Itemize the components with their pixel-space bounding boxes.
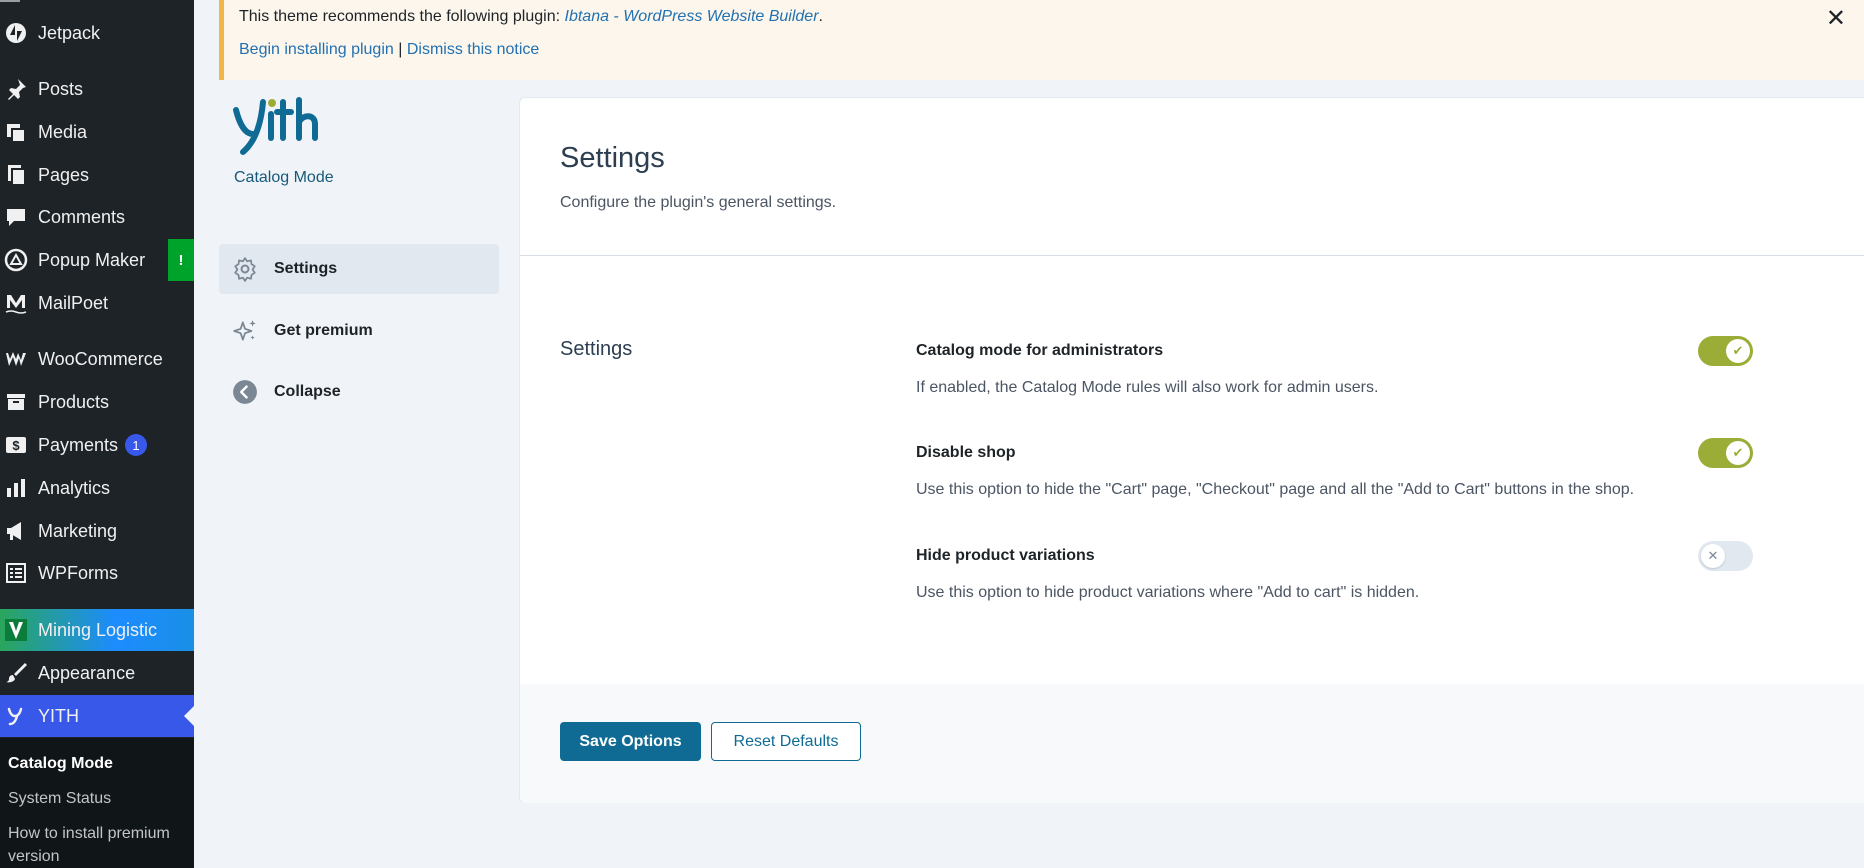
paintbrush-icon: [2, 659, 30, 687]
admin-sidebar: Jetpack Posts Media Pages Comments Popup…: [0, 0, 194, 868]
option-label-hide-variations: Hide product variations: [916, 547, 1095, 564]
menu-item-wpforms[interactable]: WPForms: [0, 552, 194, 594]
check-icon: ✔: [1726, 339, 1750, 363]
notice-separator: |: [398, 41, 403, 58]
menu-label: Products: [38, 391, 110, 412]
menu-item-payments[interactable]: $ Payments 1: [0, 424, 194, 466]
v-logo-icon: [2, 616, 30, 644]
option-desc-hide-variations: Use this option to hide product variatio…: [916, 584, 1420, 601]
plugin-nav-label: Get premium: [274, 322, 373, 339]
notice-suffix: .: [818, 8, 823, 25]
toggle-hide-variations[interactable]: ✕: [1698, 541, 1753, 571]
sparkle-icon: [231, 317, 259, 345]
divider: [520, 255, 1864, 256]
menu-label: MailPoet: [38, 292, 109, 313]
woocommerce-icon: [2, 345, 30, 373]
option-desc-catalog-admin: If enabled, the Catalog Mode rules will …: [916, 379, 1379, 396]
svg-text:$: $: [12, 438, 20, 453]
menu-item-mining-logistic[interactable]: Mining Logistic: [0, 609, 194, 651]
submenu-install-premium[interactable]: How to install premium version: [8, 822, 188, 868]
dollar-icon: $: [2, 431, 30, 459]
x-icon: ✕: [1701, 544, 1725, 568]
media-icon: [2, 118, 30, 146]
settings-card: Settings Configure the plugin's general …: [519, 97, 1864, 803]
mailpoet-icon: [2, 289, 30, 317]
menu-item-pages[interactable]: Pages: [0, 154, 194, 196]
plugin-name: Catalog Mode: [234, 169, 334, 186]
plugin-nav-label: Collapse: [274, 383, 341, 400]
menu-label: Analytics: [38, 477, 111, 498]
menu-label: Appearance: [38, 662, 136, 683]
menu-label: Posts: [38, 78, 84, 99]
menu-item-posts[interactable]: Posts: [0, 68, 194, 110]
arrow-left-circle-icon: [231, 378, 259, 406]
plugin-nav-settings[interactable]: Settings: [219, 244, 499, 294]
page-description: Configure the plugin's general settings.: [560, 194, 837, 211]
option-desc-disable-shop: Use this option to hide the "Cart" page,…: [916, 481, 1635, 498]
menu-item-jetpack[interactable]: Jetpack: [0, 12, 194, 54]
yith-icon: [2, 702, 30, 730]
menu-label: Jetpack: [38, 22, 101, 43]
archive-icon: [2, 388, 30, 416]
option-label-catalog-admin: Catalog mode for administrators: [916, 342, 1164, 359]
menu-item-yith[interactable]: YITH: [0, 695, 194, 737]
menu-item-appearance[interactable]: Appearance: [0, 652, 194, 694]
menu-item-comments[interactable]: Comments: [0, 196, 194, 238]
toggle-catalog-admin[interactable]: ✔: [1698, 336, 1753, 366]
comment-icon: [2, 203, 30, 231]
save-options-button[interactable]: Save Options: [560, 722, 701, 761]
menu-label: Mining Logistic: [38, 619, 158, 640]
begin-installing-link[interactable]: Begin installing plugin: [239, 41, 394, 58]
menu-label: Comments: [38, 206, 126, 227]
menu-label: Marketing: [38, 520, 118, 541]
menu-item-analytics[interactable]: Analytics: [0, 467, 194, 509]
check-icon: ✔: [1726, 441, 1750, 465]
collapsed-top-icon: [0, 0, 20, 6]
submenu-catalog-mode[interactable]: Catalog Mode: [8, 752, 188, 775]
notice-actions: Begin installing plugin | Dismiss this n…: [239, 41, 539, 59]
menu-label: Payments: [38, 434, 119, 455]
jetpack-icon: [2, 19, 30, 47]
menu-label: WooCommerce: [38, 348, 163, 369]
pages-icon: [2, 161, 30, 189]
ibtana-plugin-link[interactable]: Ibtana - WordPress Website Builder: [565, 8, 819, 25]
payments-count-badge: 1: [125, 434, 148, 456]
plugin-nav-get-premium[interactable]: Get premium: [219, 306, 499, 356]
popup-maker-icon: [2, 246, 30, 274]
menu-item-popup-maker[interactable]: Popup Maker !: [0, 239, 194, 281]
menu-item-mailpoet[interactable]: MailPoet: [0, 282, 194, 324]
yith-logo: [233, 92, 323, 158]
menu-label: Pages: [38, 164, 90, 185]
notice-message: This theme recommends the following plug…: [239, 8, 823, 26]
bar-chart-icon: [2, 474, 30, 502]
plugin-recommendation-notice: This theme recommends the following plug…: [219, 0, 1864, 80]
alert-badge: !: [168, 239, 194, 281]
menu-item-woocommerce[interactable]: WooCommerce: [0, 338, 194, 380]
card-footer: Save Options Reset Defaults: [520, 684, 1864, 803]
close-icon[interactable]: ✕: [1826, 4, 1846, 33]
menu-item-products[interactable]: Products: [0, 381, 194, 423]
plugin-nav-label: Settings: [274, 260, 338, 277]
menu-label: Media: [38, 121, 88, 142]
section-title: Settings: [560, 338, 633, 360]
notice-text: This theme recommends the following plug…: [239, 8, 561, 25]
form-icon: [2, 559, 30, 587]
page-title: Settings: [560, 142, 665, 174]
menu-label: WPForms: [38, 562, 118, 583]
menu-label: YITH: [38, 705, 80, 726]
gear-icon: [231, 255, 259, 283]
dismiss-notice-link[interactable]: Dismiss this notice: [407, 41, 539, 58]
menu-item-marketing[interactable]: Marketing: [0, 510, 194, 552]
yith-submenu: Catalog Mode System Status How to instal…: [0, 738, 194, 868]
megaphone-icon: [2, 517, 30, 545]
option-label-disable-shop: Disable shop: [916, 444, 1016, 461]
reset-defaults-button[interactable]: Reset Defaults: [711, 722, 861, 761]
submenu-system-status[interactable]: System Status: [8, 787, 188, 810]
plugin-nav-collapse[interactable]: Collapse: [219, 367, 499, 417]
toggle-disable-shop[interactable]: ✔: [1698, 438, 1753, 468]
menu-label: Popup Maker: [38, 249, 146, 270]
menu-item-media[interactable]: Media: [0, 111, 194, 153]
pushpin-icon: [2, 75, 30, 103]
